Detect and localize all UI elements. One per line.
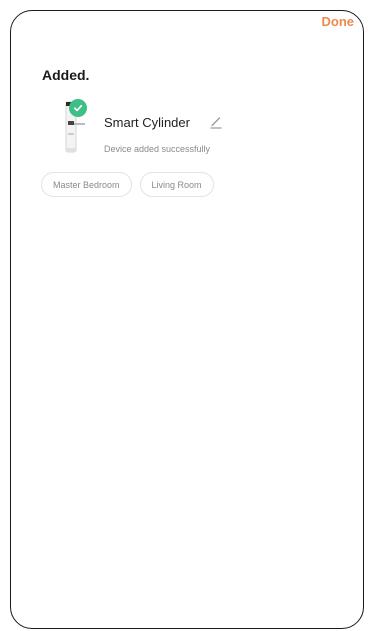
room-chip-living-room[interactable]: Living Room bbox=[139, 172, 214, 197]
app-screen: Done Added. Smart Cylinder Device added … bbox=[10, 10, 364, 629]
page-title: Added. bbox=[42, 67, 90, 83]
device-item: Smart Cylinder Device added successfully bbox=[55, 99, 345, 159]
edit-pencil-icon[interactable] bbox=[209, 115, 223, 129]
check-circle-icon bbox=[69, 99, 87, 117]
device-name: Smart Cylinder bbox=[104, 115, 190, 130]
done-button[interactable]: Done bbox=[322, 14, 355, 29]
device-status-text: Device added successfully bbox=[104, 144, 211, 154]
room-chip-master-bedroom[interactable]: Master Bedroom bbox=[41, 172, 132, 197]
room-selector: Master Bedroom Living Room bbox=[41, 172, 214, 197]
